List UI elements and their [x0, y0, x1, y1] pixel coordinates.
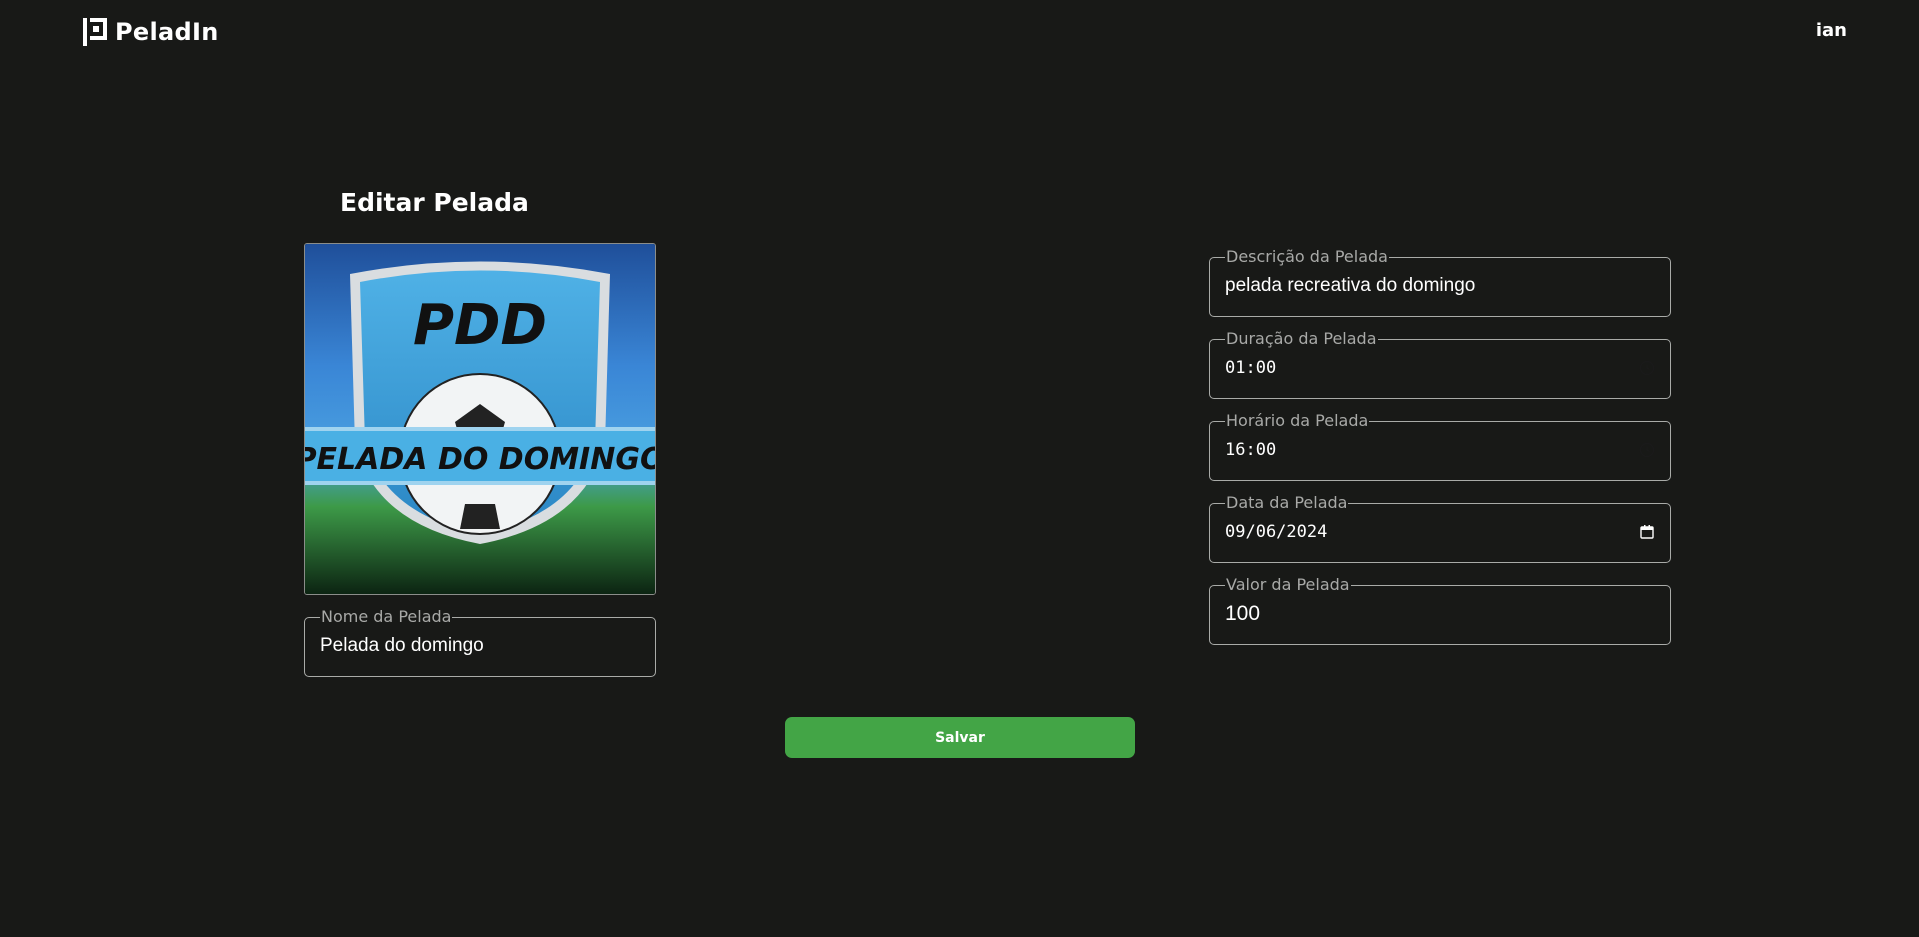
- horario-pelada-value: 16:00: [1225, 440, 1277, 460]
- clock-icon[interactable]: [1639, 442, 1655, 458]
- brand-logo[interactable]: PeladIn: [83, 18, 219, 46]
- horario-pelada-label: Horário da Pelada: [1226, 411, 1369, 430]
- data-pelada-field[interactable]: Data da Pelada 09/06/2024: [1209, 494, 1671, 563]
- duracao-pelada-input[interactable]: 01:00: [1225, 348, 1655, 388]
- horario-pelada-input[interactable]: 16:00: [1225, 430, 1655, 470]
- data-pelada-value: 09/06/2024: [1225, 522, 1328, 542]
- top-bar: PeladIn ian: [0, 0, 1919, 64]
- calendar-icon[interactable]: [1639, 524, 1655, 540]
- data-pelada-label: Data da Pelada: [1226, 493, 1348, 512]
- pelada-logo-image: PDD PELADA DO DOMINGO: [305, 244, 655, 594]
- descricao-pelada-label: Descrição da Pelada: [1226, 247, 1388, 266]
- brand-name: PeladIn: [115, 18, 219, 46]
- duracao-pelada-value: 01:00: [1225, 358, 1277, 378]
- data-pelada-input[interactable]: 09/06/2024: [1225, 512, 1655, 552]
- valor-pelada-label: Valor da Pelada: [1226, 575, 1350, 594]
- descricao-pelada-field[interactable]: Descrição da Pelada pelada recreativa do…: [1209, 248, 1671, 317]
- nome-pelada-label: Nome da Pelada: [321, 607, 452, 626]
- duracao-pelada-field[interactable]: Duração da Pelada 01:00: [1209, 330, 1671, 399]
- valor-pelada-field[interactable]: Valor da Pelada 100: [1209, 576, 1671, 645]
- valor-pelada-input[interactable]: 100: [1225, 594, 1655, 634]
- duracao-pelada-label: Duração da Pelada: [1226, 329, 1377, 348]
- badge-letters: PDD: [413, 293, 547, 358]
- horario-pelada-field[interactable]: Horário da Pelada 16:00: [1209, 412, 1671, 481]
- badge-banner: PELADA DO DOMINGO: [305, 442, 655, 477]
- user-menu[interactable]: ian: [1816, 20, 1847, 41]
- brand-mark-icon: [83, 18, 107, 46]
- pelada-image[interactable]: PDD PELADA DO DOMINGO: [304, 243, 656, 595]
- save-button[interactable]: Salvar: [785, 717, 1135, 758]
- nome-pelada-input[interactable]: Pelada do domingo: [320, 626, 640, 666]
- descricao-pelada-input[interactable]: pelada recreativa do domingo: [1225, 266, 1655, 306]
- page-title: Editar Pelada: [340, 188, 529, 217]
- clock-icon[interactable]: [1639, 360, 1655, 376]
- nome-pelada-field[interactable]: Nome da Pelada Pelada do domingo: [304, 608, 656, 677]
